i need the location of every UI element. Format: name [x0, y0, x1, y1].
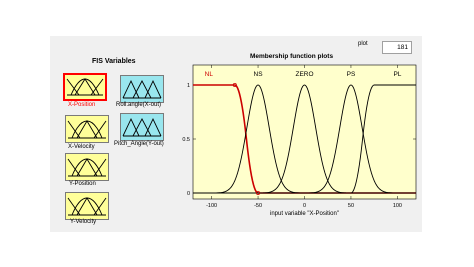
mf-label-nl[interactable]: NL: [205, 71, 214, 78]
mf-label-ns[interactable]: NS: [254, 71, 264, 78]
x-tick-label: 0: [303, 203, 306, 209]
y-tick-label: 0.5: [182, 137, 190, 143]
y-tick-label: 0: [187, 191, 190, 197]
x-tick-label: 100: [393, 203, 402, 209]
x-tick-label: -50: [254, 203, 262, 209]
mf-label-pl[interactable]: PL: [393, 71, 401, 78]
x-axis-label: input variable "X-Position": [270, 211, 339, 217]
x-tick-label: -100: [206, 203, 217, 209]
mf-label-ps[interactable]: PS: [347, 71, 356, 78]
mf-label-zero[interactable]: ZERO: [295, 71, 313, 78]
y-tick-label: 1: [187, 83, 190, 89]
membership-function-plot[interactable]: 0 0.5 1 -100 -50 0 50 100 input variable "X-Posi…: [0, 0, 474, 267]
x-tick-label: 50: [348, 203, 354, 209]
